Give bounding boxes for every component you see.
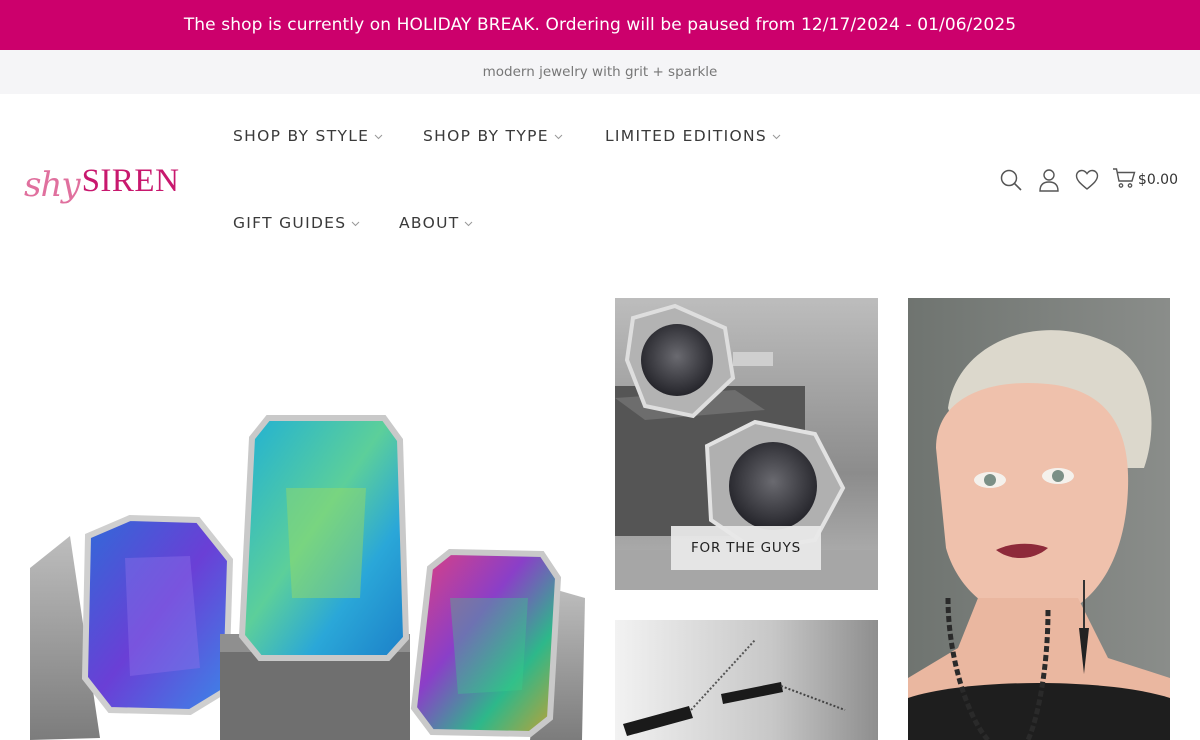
for-the-guys-label: FOR THE GUYS bbox=[690, 540, 802, 556]
nav-about[interactable]: ABOUT bbox=[399, 214, 473, 232]
chevron-down-icon bbox=[464, 219, 473, 228]
nav-label: SHOP BY STYLE bbox=[233, 127, 370, 145]
bar-pendants-image[interactable] bbox=[615, 620, 878, 740]
cart-total: $0.00 bbox=[1137, 172, 1178, 188]
nav-limited-editions[interactable]: LIMITED EDITIONS bbox=[605, 127, 781, 145]
nav-label: LIMITED EDITIONS bbox=[605, 127, 768, 145]
chevron-down-icon bbox=[772, 132, 781, 141]
announcement-text: The shop is currently on HOLIDAY BREAK. … bbox=[183, 15, 1017, 35]
chevron-down-icon bbox=[351, 219, 360, 228]
hero-rings-image[interactable] bbox=[30, 298, 585, 740]
search-icon[interactable] bbox=[992, 164, 1030, 196]
header-icons: $0.00 bbox=[992, 164, 1178, 196]
tagline-bar: modern jewelry with grit + sparkle bbox=[0, 50, 1200, 94]
portrait-image[interactable] bbox=[908, 298, 1170, 740]
announcement-bar: The shop is currently on HOLIDAY BREAK. … bbox=[0, 0, 1200, 50]
nav-label: SHOP BY TYPE bbox=[423, 127, 549, 145]
tagline-text: modern jewelry with grit + sparkle bbox=[482, 64, 718, 80]
chevron-down-icon bbox=[374, 132, 383, 141]
cart-icon bbox=[1112, 167, 1136, 193]
nav-label: GIFT GUIDES bbox=[233, 214, 347, 232]
wishlist-icon[interactable] bbox=[1068, 164, 1106, 196]
nav-gift-guides[interactable]: GIFT GUIDES bbox=[233, 214, 360, 232]
nav-shop-by-type[interactable]: SHOP BY TYPE bbox=[423, 127, 563, 145]
cart-button[interactable]: $0.00 bbox=[1106, 164, 1178, 196]
for-the-guys-button[interactable]: FOR THE GUYS bbox=[671, 526, 821, 570]
nav-label: ABOUT bbox=[399, 214, 460, 232]
account-icon[interactable] bbox=[1030, 164, 1068, 196]
site-logo[interactable]: shy SIREN bbox=[24, 146, 194, 216]
chevron-down-icon bbox=[554, 132, 563, 141]
logo-name: SIREN bbox=[81, 162, 180, 199]
logo-prefix: shy bbox=[24, 165, 81, 205]
nav-shop-by-style[interactable]: SHOP BY STYLE bbox=[233, 127, 383, 145]
